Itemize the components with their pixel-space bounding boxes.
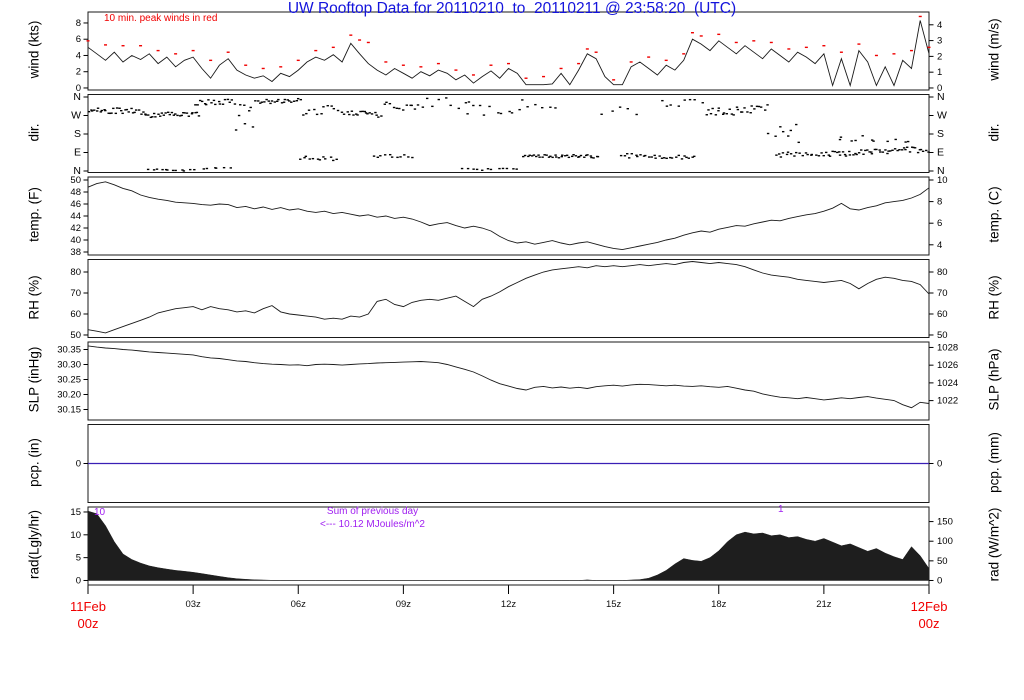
svg-text:100: 100 bbox=[937, 536, 953, 547]
svg-text:2: 2 bbox=[937, 51, 942, 62]
x-start-date-day: 11Feb bbox=[70, 599, 106, 614]
svg-text:30.30: 30.30 bbox=[57, 360, 81, 371]
panel-dir: NWSENNWSEN bbox=[71, 91, 947, 177]
svg-text:5: 5 bbox=[76, 553, 81, 564]
svg-text:4: 4 bbox=[76, 50, 81, 61]
svg-text:15z: 15z bbox=[606, 599, 622, 610]
svg-text:0: 0 bbox=[937, 459, 942, 470]
svg-text:12z: 12z bbox=[501, 599, 517, 610]
svg-text:S: S bbox=[74, 128, 81, 140]
svg-text:1026: 1026 bbox=[937, 360, 958, 371]
panel-wind: 0246801234 bbox=[76, 11, 942, 94]
svg-text:E: E bbox=[74, 147, 81, 159]
x-axis: 03z 06z 09z 12z 15z 18z 21z bbox=[87, 585, 930, 610]
panel-slp: 30.15 30.20 30.25 30.30 30.35 1022 1024 1026 102… bbox=[57, 341, 958, 421]
panel-rh: 50 60 70 80 50 60 70 80 bbox=[70, 259, 948, 341]
x-start-date-hour: 00z bbox=[77, 616, 99, 631]
rad-sum-note-line2: <--- 10.12 MJoules/m^2 bbox=[319, 519, 425, 530]
svg-text:70: 70 bbox=[70, 288, 81, 299]
svg-text:30.35: 30.35 bbox=[57, 345, 81, 356]
svg-text:50: 50 bbox=[937, 330, 948, 341]
svg-text:6: 6 bbox=[76, 34, 81, 45]
svg-text:80: 80 bbox=[937, 267, 948, 278]
svg-text:1: 1 bbox=[937, 67, 942, 78]
svg-text:1024: 1024 bbox=[937, 378, 958, 389]
svg-text:40: 40 bbox=[70, 235, 81, 246]
meteogram-canvas: 0246801234NWSENNWSEN38404244464850468105… bbox=[57, 11, 958, 610]
axis-label-rad-right: rad (W/m^2) bbox=[986, 507, 1002, 582]
svg-text:03z: 03z bbox=[185, 599, 201, 610]
svg-text:48: 48 bbox=[70, 187, 81, 198]
svg-text:0: 0 bbox=[76, 459, 81, 470]
svg-text:42: 42 bbox=[70, 223, 81, 234]
svg-text:6: 6 bbox=[937, 218, 942, 229]
svg-text:0: 0 bbox=[76, 575, 81, 586]
svg-text:80: 80 bbox=[70, 267, 81, 278]
svg-text:1022: 1022 bbox=[937, 396, 958, 407]
svg-text:44: 44 bbox=[70, 211, 81, 222]
svg-text:46: 46 bbox=[70, 199, 81, 210]
svg-text:50: 50 bbox=[70, 330, 81, 341]
panel-temp: 3840424446485046810 bbox=[70, 175, 947, 258]
svg-text:E: E bbox=[937, 147, 944, 159]
chart-title: UW Rooftop Data for 20110210 to 20110211… bbox=[287, 0, 737, 17]
rad-sum-note-line1: Sum of previous day bbox=[326, 506, 419, 517]
svg-text:0: 0 bbox=[937, 575, 942, 586]
rad-marker-right: 1 bbox=[778, 504, 784, 515]
x-end-date-day: 12Feb bbox=[910, 599, 948, 614]
svg-text:60: 60 bbox=[70, 309, 81, 320]
meteogram-page: 0 2 4 6 8 0 1 2 3 4 N W S E N N W S E N 38 40 42 44 46 48 50 4 6 8 10 5… bbox=[0, 0, 1024, 700]
svg-text:15: 15 bbox=[70, 507, 81, 518]
svg-text:50: 50 bbox=[937, 556, 948, 567]
svg-text:30.15: 30.15 bbox=[57, 405, 81, 416]
svg-text:10: 10 bbox=[937, 175, 948, 186]
svg-text:8: 8 bbox=[937, 197, 942, 208]
svg-text:38: 38 bbox=[70, 247, 81, 258]
rad-marker-left: 10 bbox=[94, 507, 106, 518]
panel-rad: 051015050100150 bbox=[70, 506, 953, 586]
svg-text:1028: 1028 bbox=[937, 342, 958, 353]
panel-pcp: 00 bbox=[76, 424, 942, 503]
svg-text:06z: 06z bbox=[291, 599, 307, 610]
svg-text:21z: 21z bbox=[816, 599, 832, 610]
svg-text:18z: 18z bbox=[711, 599, 727, 610]
svg-text:N: N bbox=[937, 91, 945, 103]
svg-text:W: W bbox=[937, 110, 947, 122]
svg-text:70: 70 bbox=[937, 288, 948, 299]
svg-text:N: N bbox=[73, 91, 81, 103]
svg-text:30.20: 30.20 bbox=[57, 390, 81, 401]
svg-text:50: 50 bbox=[70, 175, 81, 186]
svg-text:3: 3 bbox=[937, 36, 942, 47]
x-end-date-hour: 00z bbox=[918, 616, 940, 631]
svg-text:4: 4 bbox=[937, 20, 942, 31]
svg-text:10: 10 bbox=[70, 530, 81, 541]
svg-text:S: S bbox=[937, 128, 944, 140]
axis-label-rad-left: rad(Lgly/hr) bbox=[26, 509, 42, 580]
svg-text:W: W bbox=[71, 110, 81, 122]
svg-text:8: 8 bbox=[76, 18, 81, 29]
svg-text:2: 2 bbox=[76, 67, 81, 78]
svg-text:09z: 09z bbox=[396, 599, 412, 610]
svg-text:60: 60 bbox=[937, 309, 948, 320]
svg-text:30.25: 30.25 bbox=[57, 375, 81, 386]
svg-text:150: 150 bbox=[937, 517, 953, 528]
svg-text:4: 4 bbox=[937, 240, 942, 251]
